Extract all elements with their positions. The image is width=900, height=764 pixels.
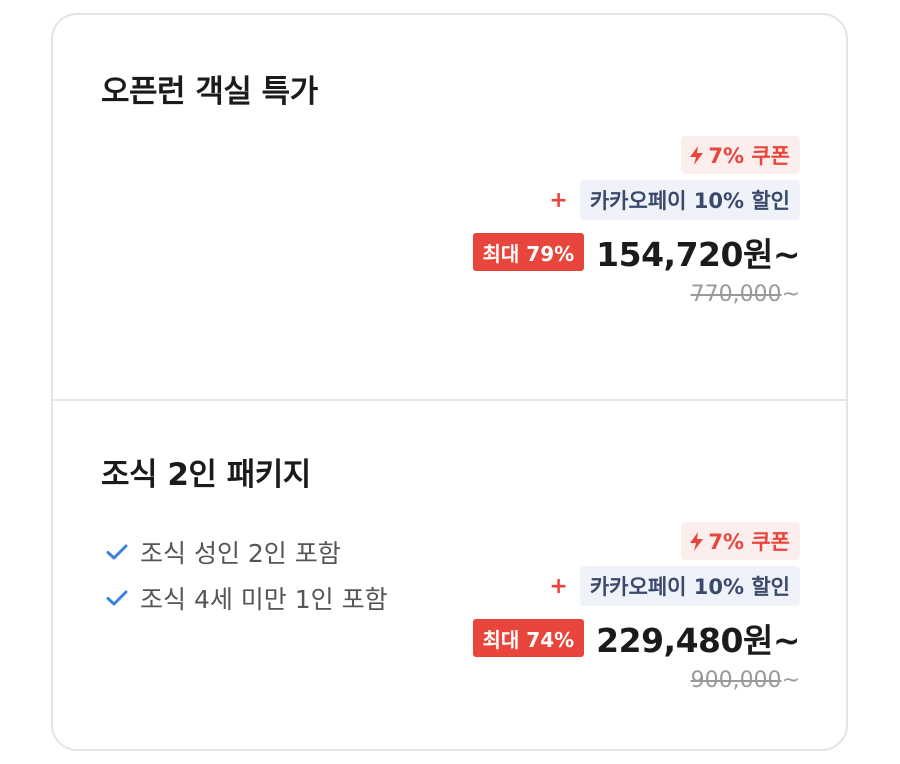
plus-sign: + [549,187,568,213]
pay-discount-row: + 카카오페이 10% 할인 [549,180,800,220]
original-price: 770,000~ [691,282,800,307]
room-offer-card: 오픈런 객실 특가 7% 쿠폰 + 카카오페이 10% 할인 최대 79% 15… [51,13,848,751]
lightning-bolt-icon [690,531,704,551]
checkmark-icon [106,590,128,606]
sale-price: 229,480원~ [596,621,800,660]
sale-price: 154,720원~ [596,235,800,274]
price-block: 7% 쿠폰 + 카카오페이 10% 할인 최대 74% 229,480원~ 90… [472,522,800,693]
offer-open-run-room[interactable]: 오픈런 객실 특가 7% 쿠폰 + 카카오페이 10% 할인 최대 79% 15… [53,15,846,399]
price-row: 최대 79% 154,720원~ [472,228,800,276]
price-block: 7% 쿠폰 + 카카오페이 10% 할인 최대 79% 154,720원~ 77… [472,136,800,307]
original-price-suffix: ~ [781,668,800,693]
lightning-bolt-icon [690,145,704,165]
coupon-label: 7% 쿠폰 [708,144,790,168]
original-price-suffix: ~ [781,282,800,307]
feature-text: 조식 성인 2인 포함 [140,539,341,568]
offer-breakfast-package[interactable]: 조식 2인 패키지 조식 성인 2인 포함 조식 4세 미만 1인 포함 7% … [53,401,846,749]
feature-list: 조식 성인 2인 포함 조식 4세 미만 1인 포함 [106,529,388,621]
max-discount-badge: 최대 79% [472,233,585,271]
original-price-value: 770,000 [690,282,782,307]
offer-title: 오픈런 객실 특가 [101,74,318,110]
original-price: 900,000~ [691,668,800,693]
feature-text: 조식 4세 미만 1인 포함 [140,585,388,614]
kakaopay-discount-badge[interactable]: 카카오페이 10% 할인 [579,566,800,606]
price-row: 최대 74% 229,480원~ [472,614,800,662]
coupon-badge[interactable]: 7% 쿠폰 [681,136,800,174]
max-discount-badge: 최대 74% [472,619,585,657]
pay-discount-row: + 카카오페이 10% 할인 [549,566,800,606]
original-price-value: 900,000 [690,668,782,693]
coupon-badge[interactable]: 7% 쿠폰 [681,522,800,560]
feature-item: 조식 성인 2인 포함 [106,529,388,575]
feature-item: 조식 4세 미만 1인 포함 [106,575,388,621]
checkmark-icon [106,544,128,560]
kakaopay-discount-badge[interactable]: 카카오페이 10% 할인 [579,180,800,220]
coupon-label: 7% 쿠폰 [708,530,790,554]
plus-sign: + [549,573,568,599]
offer-title: 조식 2인 패키지 [101,457,311,493]
